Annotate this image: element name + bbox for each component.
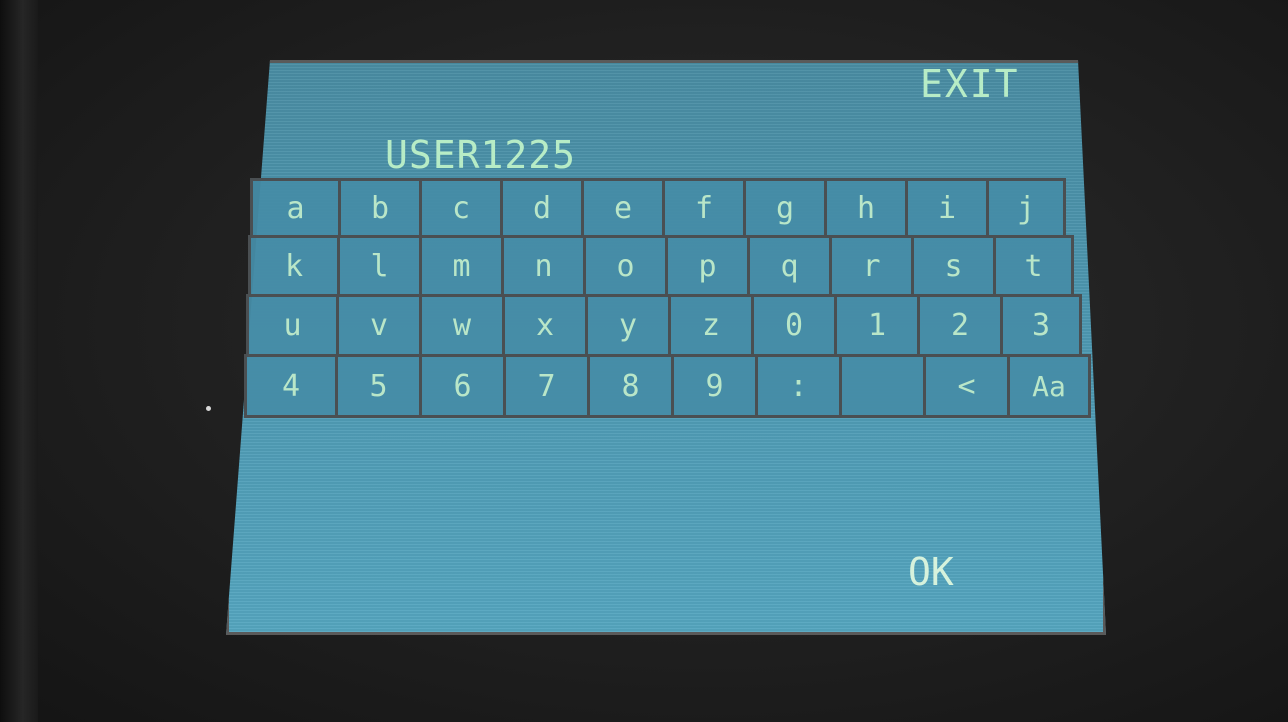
key-b[interactable]: b — [338, 178, 422, 238]
key-s[interactable]: s — [911, 235, 996, 297]
key-e[interactable]: e — [581, 178, 665, 238]
key-3[interactable]: 3 — [1000, 294, 1082, 357]
key-x[interactable]: x — [502, 294, 588, 357]
key-h[interactable]: h — [824, 178, 908, 238]
key-f[interactable]: f — [662, 178, 746, 238]
key-c[interactable]: c — [419, 178, 503, 238]
key-n[interactable]: n — [501, 235, 586, 297]
device-body: EXIT USER1225 a b c d e f g h i j k l m … — [0, 0, 1288, 722]
key-r[interactable]: r — [829, 235, 914, 297]
key-u[interactable]: u — [246, 294, 339, 357]
key-2[interactable]: 2 — [917, 294, 1003, 357]
name-entry-field: USER1225 — [385, 133, 577, 177]
key-g[interactable]: g — [743, 178, 827, 238]
keyboard-row-4: 4 5 6 7 8 9 : < Aa — [244, 354, 1091, 418]
key-i[interactable]: i — [905, 178, 989, 238]
key-case-toggle[interactable]: Aa — [1007, 354, 1091, 418]
key-space[interactable] — [839, 354, 926, 418]
key-1[interactable]: 1 — [834, 294, 920, 357]
indicator-dot — [206, 406, 211, 411]
key-l[interactable]: l — [337, 235, 422, 297]
key-a[interactable]: a — [250, 178, 341, 238]
exit-button[interactable]: EXIT — [920, 62, 1050, 106]
key-6[interactable]: 6 — [419, 354, 506, 418]
key-4[interactable]: 4 — [244, 354, 338, 418]
key-w[interactable]: w — [419, 294, 505, 357]
key-7[interactable]: 7 — [503, 354, 590, 418]
key-z[interactable]: z — [668, 294, 754, 357]
key-o[interactable]: o — [583, 235, 668, 297]
key-q[interactable]: q — [747, 235, 832, 297]
keyboard-row-2: k l m n o p q r s t — [248, 235, 1074, 297]
key-backspace[interactable]: < — [923, 354, 1010, 418]
key-y[interactable]: y — [585, 294, 671, 357]
device-strap — [0, 0, 38, 722]
key-t[interactable]: t — [993, 235, 1074, 297]
key-9[interactable]: 9 — [671, 354, 758, 418]
key-v[interactable]: v — [336, 294, 422, 357]
ok-button[interactable]: OK — [908, 548, 988, 596]
key-d[interactable]: d — [500, 178, 584, 238]
key-5[interactable]: 5 — [335, 354, 422, 418]
key-0[interactable]: 0 — [751, 294, 837, 357]
keyboard-row-1: a b c d e f g h i j — [250, 178, 1066, 238]
keyboard-row-3: u v w x y z 0 1 2 3 — [246, 294, 1082, 357]
key-j[interactable]: j — [986, 178, 1066, 238]
key-m[interactable]: m — [419, 235, 504, 297]
key-p[interactable]: p — [665, 235, 750, 297]
key-colon[interactable]: : — [755, 354, 842, 418]
key-k[interactable]: k — [248, 235, 340, 297]
key-8[interactable]: 8 — [587, 354, 674, 418]
